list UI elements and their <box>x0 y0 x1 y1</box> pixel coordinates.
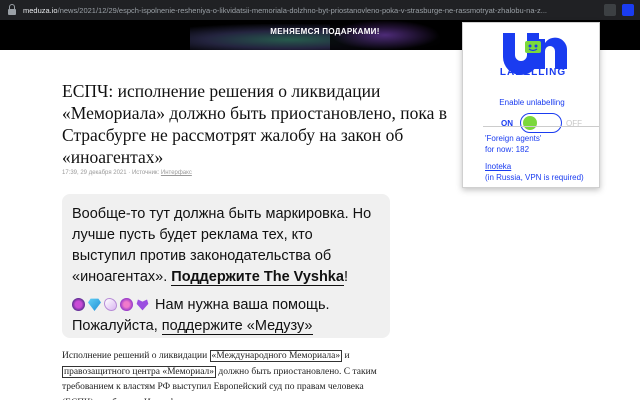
purple-heart-icon <box>136 299 149 311</box>
article-meta: 17:39, 29 декабря 2021 · Источник: Интер… <box>62 170 192 176</box>
replacement-promo: Вообще-то тут должна быть маркировка. Но… <box>62 194 390 338</box>
emoji-row <box>72 298 149 311</box>
unicorn-icon <box>104 298 117 311</box>
memorial-hrc-link[interactable]: правозащитного центра «Мемориал» <box>62 365 217 378</box>
unlabelling-toggle[interactable] <box>520 113 562 133</box>
promo-paragraph-2: Нам нужна ваша помощь. Пожалуйста, подде… <box>72 297 330 335</box>
inoteka-block: Inoteka (in Russia, VPN is required) <box>485 161 584 183</box>
enable-label: Enable unlabelling <box>499 98 565 107</box>
extension-icons <box>604 4 634 16</box>
address-bar[interactable]: meduza.io/news/2021/12/29/espch-ispolnen… <box>0 0 640 20</box>
banner-text: МЕНЯЕМСЯ ПОДАРКАМИ! <box>270 27 380 36</box>
support-meduza-link[interactable]: поддержите «Медузу» <box>161 318 313 335</box>
toggle-row: ON OFF <box>463 112 601 134</box>
source-label: Источник: <box>131 170 160 176</box>
unlabelling-popup: LABELLING Enable unlabelling ON OFF 'For… <box>462 22 600 188</box>
divider <box>483 126 599 127</box>
article-body: Исполнение решений о ликвидации «Междуна… <box>62 350 377 400</box>
lock-icon <box>6 4 18 16</box>
url-text[interactable]: meduza.io/news/2021/12/29/espch-ispolnen… <box>23 6 583 15</box>
crystal-ball-icon <box>120 298 133 311</box>
foreign-agents-count: 'Foreign agents' for now: 182 <box>485 134 542 154</box>
source-link[interactable]: Интерфакс <box>161 170 192 176</box>
emoji-icon <box>72 298 85 311</box>
promo-paragraph-1: Вообще-то тут должна быть маркировка. Но… <box>72 206 372 286</box>
article-headline: ЕСПЧ: исполнение решения о ликвидации «М… <box>62 81 448 167</box>
support-vyshka-link[interactable]: Поддержите The Vyshka <box>171 269 344 286</box>
gem-icon <box>88 298 101 311</box>
inoteka-link[interactable]: Inoteka <box>485 161 584 172</box>
logo-word: LABELLING <box>499 67 567 78</box>
toggle-knob[interactable] <box>523 115 537 130</box>
inoteka-note: (in Russia, VPN is required) <box>485 173 584 182</box>
memorial-international-link[interactable]: «Международного Мемориала» <box>209 350 343 362</box>
extension-icon[interactable] <box>604 4 616 16</box>
unlabelling-extension-icon[interactable] <box>622 4 634 16</box>
article-date: 17:39, 29 декабря 2021 <box>62 170 127 176</box>
